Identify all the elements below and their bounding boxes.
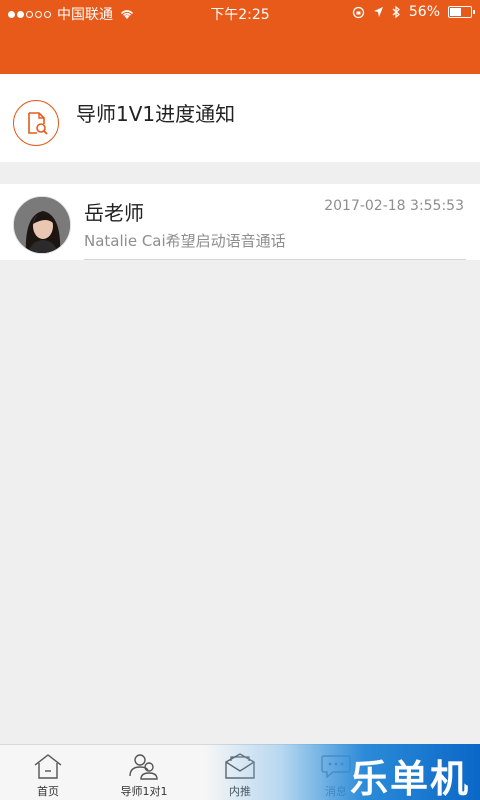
nav-header [0, 24, 480, 74]
message-preview: Natalie Cai希望启动语音通话 [84, 232, 286, 250]
avatar [13, 196, 71, 254]
orientation-lock-icon [352, 6, 365, 18]
battery-fill [450, 8, 462, 16]
tab-mentor[interactable]: 导师1对1 [96, 751, 192, 799]
message-timestamp: 2017-02-18 3:55:53 [324, 198, 464, 214]
home-icon [0, 751, 96, 781]
document-search-icon [13, 100, 59, 146]
status-right: 56% [352, 4, 475, 20]
tab-home-label: 首页 [37, 785, 59, 798]
location-icon [373, 7, 383, 17]
watermark-logo: 乐单机 [205, 744, 480, 800]
notification-title: 导师1V1进度通知 [76, 102, 236, 126]
tab-home[interactable]: 首页 [0, 751, 96, 799]
tab-mentor-label: 导师1对1 [120, 785, 168, 798]
message-list-item[interactable]: 岳老师 2017-02-18 3:55:53 Natalie Cai希望启动语音… [0, 184, 480, 260]
battery-icon [448, 6, 475, 18]
progress-notification-item[interactable]: 导师1V1进度通知 [0, 74, 480, 162]
sender-name: 岳老师 [84, 201, 144, 225]
divider [84, 259, 466, 260]
watermark-text: 乐单机 [349, 757, 470, 800]
status-bar: 中国联通 下午2:25 56% [0, 0, 480, 24]
people-icon [96, 751, 192, 781]
bluetooth-icon [392, 5, 400, 19]
battery-percent: 56% [408, 4, 440, 20]
